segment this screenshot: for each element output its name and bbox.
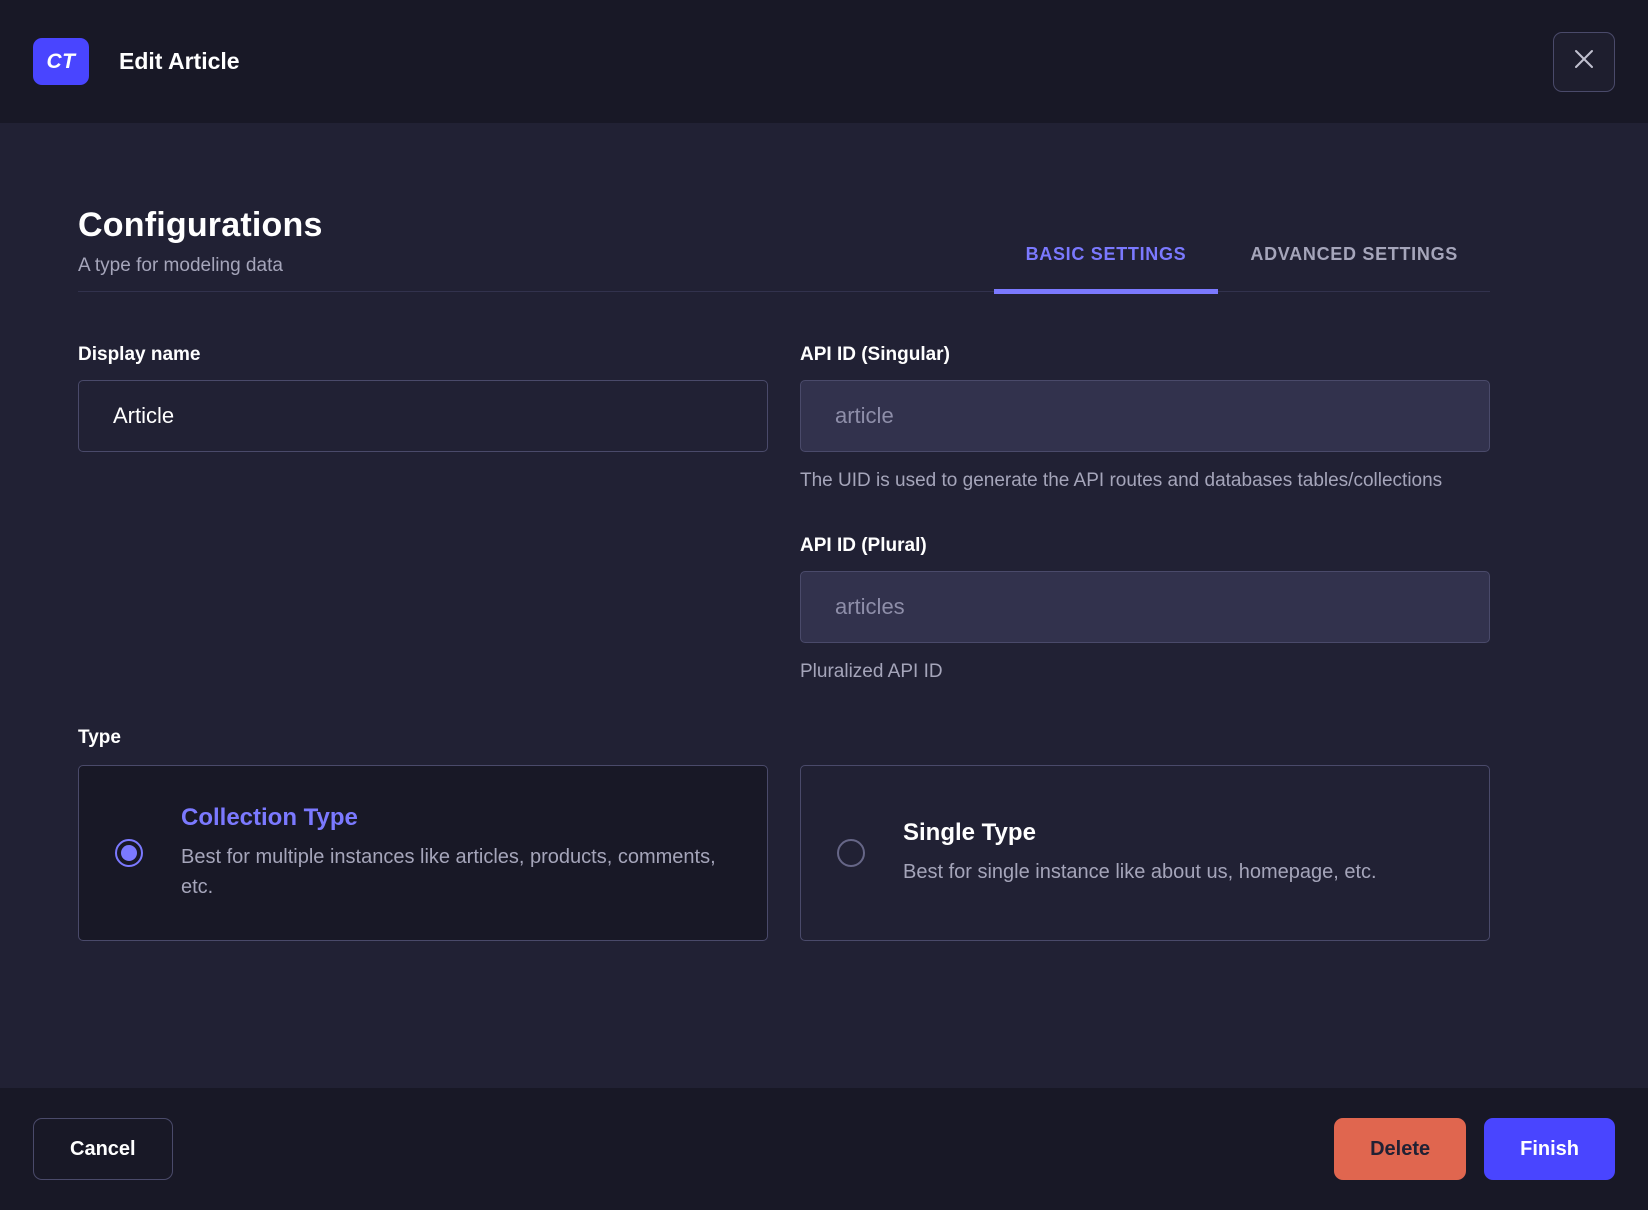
content-type-badge-label: CT xyxy=(46,49,76,73)
api-id-singular-field-group: API ID (Singular) The UID is used to gen… xyxy=(800,344,1490,495)
type-section: Type Collection Type Best for multiple i… xyxy=(78,727,1490,941)
content-type-badge-icon: CT xyxy=(33,38,89,85)
display-name-field-group: Display name xyxy=(78,344,768,495)
type-option-description: Best for single instance like about us, … xyxy=(903,860,1377,883)
api-id-singular-hint: The UID is used to generate the API rout… xyxy=(800,470,1443,491)
close-button[interactable] xyxy=(1553,31,1615,92)
type-option-title: Single Type xyxy=(903,818,1036,846)
type-option-single-type[interactable]: Single Type Best for single instance lik… xyxy=(800,764,1490,941)
configurations-form: Display name API ID (Singular) The UID i… xyxy=(78,344,1490,687)
type-options: Collection Type Best for multiple instan… xyxy=(78,764,1490,941)
cancel-button[interactable]: Cancel xyxy=(33,1118,173,1180)
modal-title: Edit Article xyxy=(119,48,240,74)
api-id-singular-input[interactable] xyxy=(800,380,1490,452)
type-option-text: Single Type Best for single instance lik… xyxy=(903,819,1377,887)
type-option-collection-type[interactable]: Collection Type Best for multiple instan… xyxy=(78,764,768,941)
delete-button[interactable]: Delete xyxy=(1334,1118,1467,1180)
edit-content-type-modal: CT Edit Article Configurations A type fo… xyxy=(0,0,1648,1210)
type-option-title: Collection Type xyxy=(181,803,358,831)
type-option-text: Collection Type Best for multiple instan… xyxy=(181,804,731,902)
close-icon xyxy=(1571,46,1597,77)
api-id-plural-label: API ID (Plural) xyxy=(800,535,927,557)
modal-body: Configurations A type for modeling data … xyxy=(0,123,1648,1088)
page-title: Configurations xyxy=(78,206,323,244)
api-id-singular-label: API ID (Singular) xyxy=(800,344,950,365)
display-name-label: Display name xyxy=(78,344,201,365)
api-id-plural-field-group: API ID (Plural) Pluralized API ID xyxy=(800,535,1490,686)
radio-selected-icon[interactable] xyxy=(115,838,143,867)
page-subtitle: A type for modeling data xyxy=(78,255,283,276)
tab-advanced-settings[interactable]: ADVANCED SETTINGS xyxy=(1218,244,1490,291)
api-id-plural-hint: Pluralized API ID xyxy=(800,661,943,683)
api-id-plural-input[interactable] xyxy=(800,571,1490,644)
type-label: Type xyxy=(78,726,121,748)
configurations-header: Configurations A type for modeling data … xyxy=(78,206,1490,294)
modal-header: CT Edit Article xyxy=(0,0,1648,123)
display-name-input[interactable] xyxy=(78,380,768,452)
modal-footer: Cancel Delete Finish xyxy=(0,1088,1648,1210)
settings-tabs: BASIC SETTINGS ADVANCED SETTINGS xyxy=(993,244,1490,294)
type-option-description: Best for multiple instances like article… xyxy=(181,845,716,898)
configurations-heading: Configurations A type for modeling data xyxy=(78,206,323,291)
tab-basic-settings[interactable]: BASIC SETTINGS xyxy=(993,244,1219,294)
radio-unselected-icon[interactable] xyxy=(837,838,865,867)
finish-button[interactable]: Finish xyxy=(1484,1118,1615,1180)
radio-dot xyxy=(121,844,137,861)
